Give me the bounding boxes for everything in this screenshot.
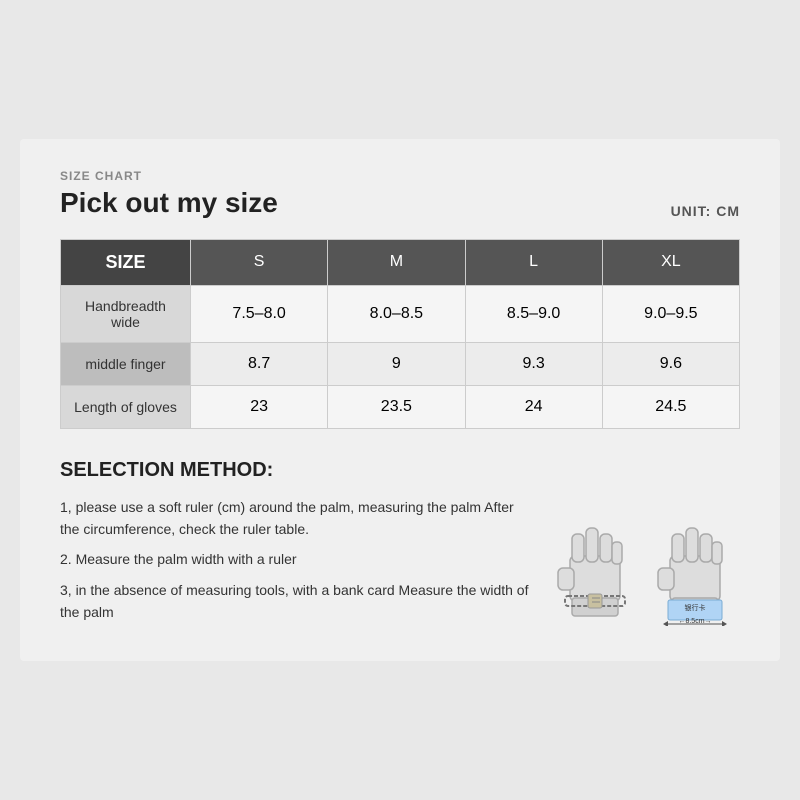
glove-illustrations: 银行卡 ←8.5cm→: [550, 516, 740, 631]
step-3: 3, in the absence of measuring tools, wi…: [60, 579, 530, 624]
cell-handbreadth-xl: 9.0–9.5: [602, 285, 739, 342]
svg-text:银行卡: 银行卡: [685, 603, 706, 612]
table-row: Handbreadth wide 7.5–8.0 8.0–8.5 8.5–9.0…: [61, 285, 740, 342]
cell-middle-s: 8.7: [191, 342, 328, 385]
row-label-middle-finger: middle finger: [61, 342, 191, 385]
cell-handbreadth-l: 8.5–9.0: [465, 285, 602, 342]
col-header-xl: XL: [602, 239, 739, 285]
cell-length-s: 23: [191, 385, 328, 428]
cell-middle-l: 9.3: [465, 342, 602, 385]
col-header-l: L: [465, 239, 602, 285]
cell-length-l: 24: [465, 385, 602, 428]
table-row: middle finger 8.7 9 9.3 9.6: [61, 342, 740, 385]
table-header-row: SIZE S M L XL: [61, 239, 740, 285]
selection-section: SELECTION METHOD: 1, please use a soft r…: [60, 459, 740, 632]
cell-length-xl: 24.5: [602, 385, 739, 428]
cell-middle-xl: 9.6: [602, 342, 739, 385]
cell-handbreadth-s: 7.5–8.0: [191, 285, 328, 342]
step-1: 1, please use a soft ruler (cm) around t…: [60, 496, 530, 541]
cell-middle-m: 9: [328, 342, 465, 385]
step-2: 2. Measure the palm width with a ruler: [60, 548, 530, 570]
main-title: Pick out my size: [60, 187, 278, 219]
row-label-length: Length of gloves: [61, 385, 191, 428]
glove-with-tape-icon: [550, 516, 640, 626]
glove-1-wrapper: [550, 516, 640, 631]
table-row: Length of gloves 23 23.5 24 24.5: [61, 385, 740, 428]
size-chart-label: SIZE CHART: [60, 169, 278, 183]
header-section: SIZE CHART Pick out my size UNIT: CM: [60, 169, 740, 219]
col-header-m: M: [328, 239, 465, 285]
glove-2-wrapper: 银行卡 ←8.5cm→: [650, 516, 740, 631]
col-header-s: S: [191, 239, 328, 285]
glove-with-card-icon: 银行卡 ←8.5cm→: [650, 516, 740, 626]
selection-content: 1, please use a soft ruler (cm) around t…: [60, 496, 740, 632]
cell-length-m: 23.5: [328, 385, 465, 428]
main-container: SIZE CHART Pick out my size UNIT: CM SIZ…: [20, 139, 780, 662]
unit-label: UNIT: CM: [671, 203, 740, 219]
cell-handbreadth-m: 8.0–8.5: [328, 285, 465, 342]
selection-text: 1, please use a soft ruler (cm) around t…: [60, 496, 550, 632]
selection-title: SELECTION METHOD:: [60, 459, 740, 482]
col-header-size: SIZE: [61, 239, 191, 285]
header-left: SIZE CHART Pick out my size: [60, 169, 278, 219]
svg-text:←8.5cm→: ←8.5cm→: [678, 618, 711, 625]
row-label-handbreadth: Handbreadth wide: [61, 285, 191, 342]
size-table: SIZE S M L XL Handbreadth wide 7.5–8.0 8…: [60, 239, 740, 429]
